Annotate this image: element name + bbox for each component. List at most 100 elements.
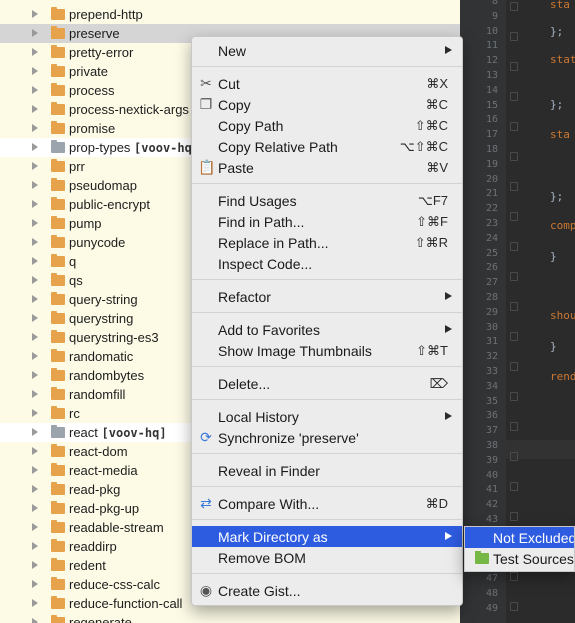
expand-arrow-icon[interactable] (32, 618, 38, 623)
tree-item-label: regenerate (69, 615, 132, 623)
tree-item-label: randombytes (69, 368, 145, 383)
menu-item-delete[interactable]: Delete... ⌦ (192, 373, 462, 394)
expand-arrow-icon[interactable] (32, 67, 38, 75)
menu-separator (192, 573, 462, 574)
menu-item-add-to-favorites[interactable]: Add to Favorites (192, 319, 462, 340)
menu-item-refactor[interactable]: Refactor (192, 286, 462, 307)
menu-item-synchronize[interactable]: ⟳ Synchronize 'preserve' (192, 427, 462, 448)
fold-marker-icon[interactable] (510, 212, 518, 221)
menu-item-label: Add to Favorites (218, 322, 320, 338)
expand-arrow-icon[interactable] (32, 599, 38, 607)
tree-item-label: querystring-es3 (69, 330, 159, 345)
expand-arrow-icon[interactable] (32, 143, 38, 151)
menu-item-new[interactable]: New (192, 40, 462, 61)
menu-item-create-gist[interactable]: ◉ Create Gist... (192, 580, 462, 601)
expand-arrow-icon[interactable] (32, 428, 38, 436)
menu-item-copy-path[interactable]: Copy Path ⇧⌘C (192, 115, 462, 136)
folder-icon (51, 159, 65, 172)
expand-arrow-icon[interactable] (32, 409, 38, 417)
menu-item-mark-directory-as[interactable]: Mark Directory as (192, 526, 462, 547)
line-number: 47 (485, 573, 498, 585)
menu-item-find-usages[interactable]: Find Usages ⌥F7 (192, 190, 462, 211)
expand-arrow-icon[interactable] (32, 48, 38, 56)
submenu-item-label: Not Excluded (493, 530, 575, 546)
expand-arrow-icon[interactable] (32, 447, 38, 455)
submenu-item-not-excluded[interactable]: Not Excluded (465, 527, 575, 548)
menu-item-paste[interactable]: 📋 Paste ⌘V (192, 157, 462, 178)
line-number: 36 (485, 410, 498, 422)
fold-marker-icon[interactable] (510, 362, 518, 371)
expand-arrow-icon[interactable] (32, 466, 38, 474)
expand-arrow-icon[interactable] (32, 295, 38, 303)
menu-item-reveal-in-finder[interactable]: Reveal in Finder (192, 460, 462, 481)
fold-marker-icon[interactable] (510, 2, 518, 11)
line-number: 34 (485, 380, 498, 392)
menu-item-label: Compare With... (218, 496, 320, 512)
expand-arrow-icon[interactable] (32, 352, 38, 360)
menu-item-compare-with[interactable]: ⇄ Compare With... ⌘D (192, 493, 462, 514)
menu-item-cut[interactable]: ✂ Cut ⌘X (192, 73, 462, 94)
expand-arrow-icon[interactable] (32, 580, 38, 588)
fold-marker-icon[interactable] (510, 272, 518, 281)
expand-arrow-icon[interactable] (32, 124, 38, 132)
line-number: 15 (485, 99, 498, 111)
fold-marker-icon[interactable] (510, 182, 518, 191)
tree-item[interactable]: regenerate (0, 613, 460, 623)
fold-marker-icon[interactable] (510, 302, 518, 311)
code-fragment: } (550, 250, 557, 263)
expand-arrow-icon[interactable] (32, 504, 38, 512)
menu-item-remove-bom[interactable]: Remove BOM (192, 547, 462, 568)
tree-item-label: qs (69, 273, 83, 288)
menu-item-copy[interactable]: ❐ Copy ⌘C (192, 94, 462, 115)
expand-arrow-icon[interactable] (32, 219, 38, 227)
expand-arrow-icon[interactable] (32, 238, 38, 246)
expand-arrow-icon[interactable] (32, 523, 38, 531)
expand-arrow-icon[interactable] (32, 86, 38, 94)
fold-marker-icon[interactable] (510, 422, 518, 431)
expand-arrow-icon[interactable] (32, 276, 38, 284)
expand-arrow-icon[interactable] (32, 542, 38, 550)
fold-marker-icon[interactable] (510, 392, 518, 401)
menu-item-inspect-code[interactable]: Inspect Code... (192, 253, 462, 274)
folder-icon (51, 235, 65, 248)
expand-arrow-icon[interactable] (32, 105, 38, 113)
expand-arrow-icon[interactable] (32, 371, 38, 379)
expand-arrow-icon[interactable] (32, 333, 38, 341)
fold-marker-icon[interactable] (510, 602, 518, 611)
fold-marker-icon[interactable] (510, 242, 518, 251)
fold-marker-icon[interactable] (510, 92, 518, 101)
tree-item-label: randomfill (69, 387, 126, 402)
expand-arrow-icon[interactable] (32, 10, 38, 18)
menu-separator (192, 399, 462, 400)
expand-arrow-icon[interactable] (32, 390, 38, 398)
expand-arrow-icon[interactable] (32, 29, 38, 37)
menu-item-label: Mark Directory as (218, 529, 328, 545)
menu-item-find-in-path[interactable]: Find in Path... ⇧⌘F (192, 211, 462, 232)
fold-marker-icon[interactable] (510, 482, 518, 491)
tree-item[interactable]: prepend-http (0, 5, 460, 24)
fold-marker-icon[interactable] (510, 512, 518, 521)
menu-item-label: Refactor (218, 289, 271, 305)
fold-marker-icon[interactable] (510, 62, 518, 71)
menu-item-replace-in-path[interactable]: Replace in Path... ⇧⌘R (192, 232, 462, 253)
fold-marker-icon[interactable] (510, 32, 518, 41)
expand-arrow-icon[interactable] (32, 561, 38, 569)
line-number: 12 (485, 55, 498, 67)
fold-marker-icon[interactable] (510, 572, 518, 581)
line-number: 37 (485, 425, 498, 437)
code-fragment: } (550, 340, 557, 353)
expand-arrow-icon[interactable] (32, 485, 38, 493)
fold-marker-icon[interactable] (510, 122, 518, 131)
submenu-item-test-sources-root[interactable]: Test Sources Root (465, 548, 574, 569)
expand-arrow-icon[interactable] (32, 181, 38, 189)
fold-marker-icon[interactable] (510, 452, 518, 461)
fold-marker-icon[interactable] (510, 332, 518, 341)
expand-arrow-icon[interactable] (32, 314, 38, 322)
expand-arrow-icon[interactable] (32, 162, 38, 170)
menu-item-copy-relative-path[interactable]: Copy Relative Path ⌥⇧⌘C (192, 136, 462, 157)
menu-item-local-history[interactable]: Local History (192, 406, 462, 427)
expand-arrow-icon[interactable] (32, 200, 38, 208)
fold-marker-icon[interactable] (510, 152, 518, 161)
expand-arrow-icon[interactable] (32, 257, 38, 265)
menu-item-show-image-thumbnails[interactable]: Show Image Thumbnails ⇧⌘T (192, 340, 462, 361)
